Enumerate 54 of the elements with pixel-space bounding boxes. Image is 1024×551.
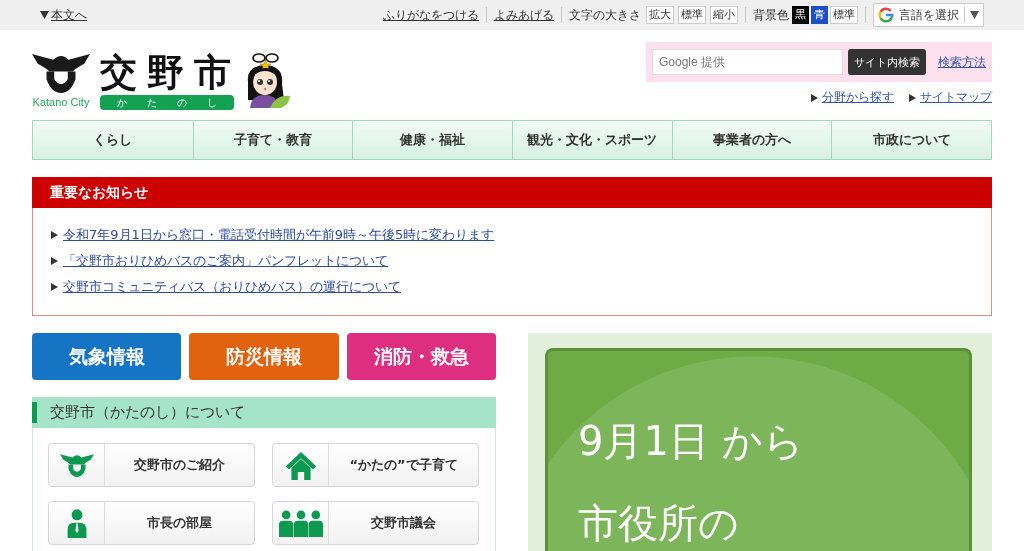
info-button[interactable]: 気象情報 [32,333,182,380]
nav-tab[interactable]: 事業者の方へ [671,121,832,159]
font-size-button[interactable]: 縮小 [710,6,738,24]
down-triangle-icon [40,11,49,19]
notice-header: 重要なお知らせ [32,177,992,208]
tile-link[interactable]: “かたの”で子育て [272,443,479,487]
tile-link[interactable]: 市長の部屋 [48,501,255,545]
color-option-button[interactable]: 青 [811,6,828,24]
banner-headline: 9月1日 から [578,417,804,465]
background-color-label: 背景色 [753,6,789,24]
font-size-label: 文字の大きさ [569,6,641,24]
nav-tab[interactable]: 子育て・教育 [192,121,353,159]
banner-subline: 市役所の [578,499,739,547]
toolbar-link[interactable]: よみあげる [494,6,554,24]
notice-link[interactable]: 「交野市おりひめバスのご案内」パンフレットについて [63,252,388,270]
bullet-icon [51,283,58,291]
tile-link[interactable]: 交野市のご紹介 [48,443,255,487]
quick-link[interactable]: 分野から探す [811,89,894,106]
bullet-icon [811,93,818,102]
info-button[interactable]: 防災情報 [189,333,339,380]
font-size-button[interactable]: 拡大 [646,6,674,24]
bullet-icon [909,93,916,102]
bullet-icon [51,231,58,239]
search-help-link[interactable]: 検索方法 [938,53,986,71]
city-reading-badge: かたのし [100,95,234,110]
logo-caption: Katano City [32,96,90,108]
emblem-icon [59,453,94,477]
group-icon [278,509,323,537]
notice-link[interactable]: 交野市コミュニティバス（おりひめバス）の運行について [63,278,401,296]
tile-link[interactable]: 交野市議会 [272,501,479,545]
nav-tab[interactable]: 健康・福祉 [352,121,512,159]
color-option-button[interactable]: 標準 [830,6,858,24]
search-field[interactable]: Google 提供 [652,49,843,75]
section-title: 交野市（かたのし）について [50,403,245,422]
info-button[interactable]: 消防・救急 [346,333,496,380]
city-name: 交野市 [100,53,234,93]
emblem-icon [32,52,90,93]
g-logo-icon [878,7,894,23]
nav-tab[interactable]: 市政について [831,121,991,159]
person-icon [65,508,88,538]
font-size-button[interactable]: 標準 [678,6,706,24]
bullet-icon [51,257,58,265]
language-select[interactable]: 言語を選択 [873,3,984,27]
skip-link[interactable]: 本文へ [40,6,87,24]
nav-tab[interactable]: くらし [33,121,193,159]
search-button[interactable]: サイト内検索 [848,49,926,75]
nav-tab[interactable]: 観光・文化・スポーツ [512,121,672,159]
accent-bar [32,402,37,423]
toolbar-link[interactable]: ふりがなをつける [383,6,479,24]
quick-link[interactable]: サイトマップ [909,89,992,106]
color-option-button[interactable]: 黒 [792,6,809,24]
house-icon [284,450,317,480]
notice-link[interactable]: 令和7年9月1日から窓口・電話受付時間が午前9時～午後5時に変わります [63,226,495,244]
caret-icon [970,11,979,19]
